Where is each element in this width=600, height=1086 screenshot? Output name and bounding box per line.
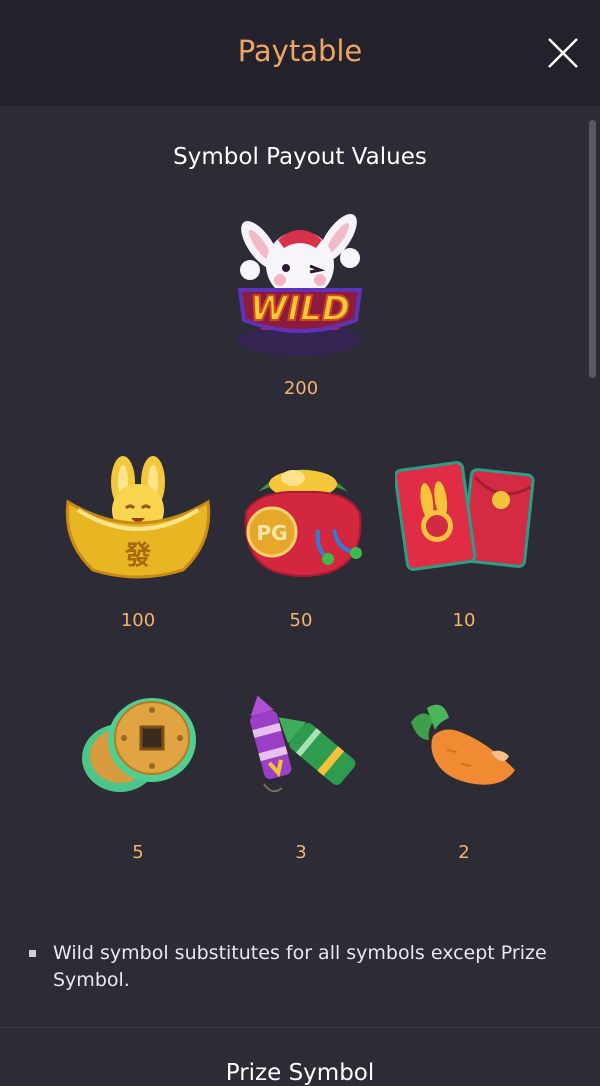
money-bag-symbol: PG bbox=[238, 452, 368, 582]
rabbit-wild-icon: WILD bbox=[237, 214, 363, 356]
payout-value: 10 bbox=[452, 610, 476, 631]
svg-text:發: 發 bbox=[124, 541, 152, 571]
payout-value: 3 bbox=[295, 842, 307, 863]
red-envelopes-icon bbox=[393, 461, 535, 571]
payout-value: 50 bbox=[289, 610, 313, 631]
section-divider bbox=[0, 1027, 600, 1028]
coins-symbol bbox=[78, 690, 202, 802]
page-title: Paytable bbox=[237, 34, 363, 68]
gold-ingot-symbol: 發 bbox=[63, 452, 213, 582]
payout-value: 100 bbox=[120, 610, 156, 631]
carrot-symbol bbox=[405, 700, 521, 792]
gold-ingot-icon: 發 bbox=[65, 456, 211, 579]
wild-symbol: WILD bbox=[220, 210, 380, 360]
section-title: Symbol Payout Values bbox=[173, 144, 427, 170]
red-envelopes-symbol bbox=[393, 460, 535, 572]
payout-value: 5 bbox=[132, 842, 144, 863]
rule-note: Wild symbol substitutes for all symbols … bbox=[53, 942, 547, 991]
money-bag-icon: PG bbox=[244, 469, 362, 577]
next-section-title: Prize Symbol bbox=[225, 1060, 375, 1086]
bullet-icon bbox=[29, 950, 36, 957]
close-icon bbox=[548, 38, 578, 68]
payout-value: 200 bbox=[283, 378, 319, 399]
carrot-icon bbox=[411, 704, 515, 785]
coins-icon bbox=[82, 698, 196, 792]
pg-label: PG bbox=[256, 521, 287, 545]
firecrackers-symbol bbox=[240, 692, 366, 802]
wild-label: WILD bbox=[250, 289, 350, 329]
firecrackers-icon bbox=[250, 695, 356, 793]
close-button[interactable] bbox=[546, 36, 580, 70]
payout-value: 2 bbox=[458, 842, 470, 863]
